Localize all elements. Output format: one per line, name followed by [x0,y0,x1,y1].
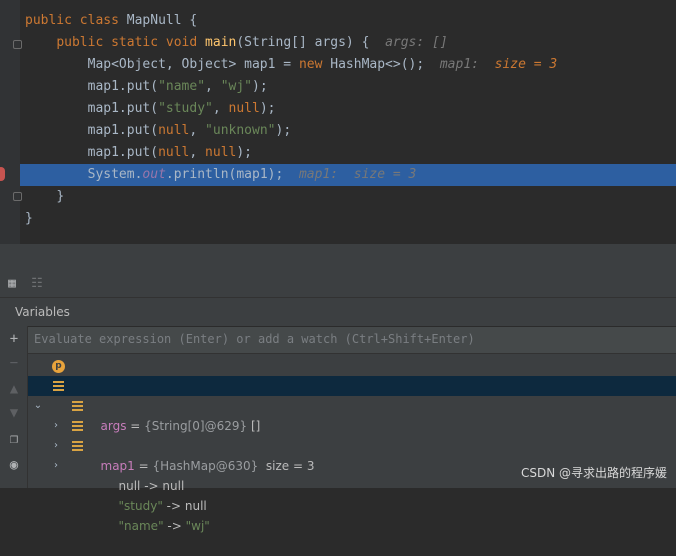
copy-icon[interactable]: ❐ [6,431,22,447]
evaluate-expression-input[interactable]: Evaluate expression (Enter) or add a wat… [28,327,676,354]
code-editor[interactable]: public class MapNull { public static voi… [0,0,676,244]
watch-placeholder: Evaluate expression (Enter) or add a wat… [34,332,475,346]
map-entry-icon [72,441,83,451]
code-text: ); [236,145,253,160]
code-text: .println(map1); [165,167,284,182]
keyword: static [111,35,159,50]
entry-value: "wj" [185,519,210,533]
method-name: main [205,35,237,50]
code-text: HashMap<>(); [322,57,425,72]
code-text: ); [275,123,292,138]
current-execution-line: System.out.println(map1); map1: size = 3 [20,164,676,186]
code-text: map1.put( [87,79,159,94]
code-text: map1.put( [87,123,159,138]
keyword: public [25,13,72,28]
static-field: out [142,167,166,182]
keyword: void [165,35,198,50]
variable-value: size = 3 [258,459,315,473]
map-entry-row[interactable]: › "name" -> "wj" [28,436,676,533]
string-literal: "study" [158,101,213,116]
string-literal: "name" [158,79,206,94]
inline-debug-value: size = 3 [494,57,558,72]
keyword: null [158,145,190,160]
string-literal: "wj" [220,79,253,94]
move-down-icon[interactable]: ▼ [6,405,22,421]
code-text: , [189,123,206,138]
map-entry-icon [72,421,83,431]
inline-debug-hint: map1: [298,167,339,182]
keyword: public [56,35,104,50]
variables-header: Variables [0,298,676,327]
code-line-5: map1.put("study", null); [0,98,676,120]
variables-title: Variables [15,305,70,319]
variable-row-args[interactable]: p args = {String[0]@629} [] [28,356,676,433]
keyword: null [205,145,237,160]
code-line-10: } [0,208,676,230]
code-text: , [205,79,221,94]
keyword: null [158,123,190,138]
variables-side-toolbar: + − ▲ ▼ ❐ ◉ [0,326,28,488]
code-line-3: Map<Object, Object> map1 = new HashMap<>… [0,54,676,76]
entry-arrow: -> [163,519,186,533]
view-options-icon[interactable]: ◉ [6,457,22,473]
string-literal: "unknown" [205,123,276,138]
map-entry-icon [72,401,83,411]
code-text: map1.put( [87,101,159,116]
inline-debug-value: size = 3 [353,167,417,182]
code-text: map1.put( [87,145,159,160]
code-line-9: } [0,186,676,208]
code-text: Map<Object, Object> map1 = [87,57,299,72]
code-line-1: public class MapNull { [0,10,676,32]
inline-debug-hint: args: [] [385,35,448,50]
code-line-4: map1.put("name", "wj"); [0,76,676,98]
field-icon [53,381,64,391]
code-text: System. [87,167,143,182]
keyword: new [298,57,323,72]
code-line-2: public static void main(String[] args) {… [0,32,676,54]
add-watch-icon[interactable]: + [6,331,22,347]
brace: } [25,211,33,226]
move-up-icon[interactable]: ▲ [6,381,22,397]
code-text: ); [259,101,276,116]
brace: { [181,13,198,28]
parameter-icon: p [52,360,65,373]
variable-row-map1[interactable]: ⌄ map1 = {HashMap@630} size = 3 [28,376,676,473]
frames-grid-icon[interactable]: ▦ [5,277,19,291]
code-line-6: map1.put(null, "unknown"); [0,120,676,142]
code-line-7: map1.put(null, null); [0,142,676,164]
code-text: , [189,145,206,160]
watermark: CSDN @寻求出路的程序媛 [520,466,667,480]
method-params: (String[] args) { [236,35,370,50]
threads-icon[interactable]: ☷ [30,277,44,291]
brace: } [56,189,65,204]
entry-key: "name" [118,519,164,533]
remove-watch-icon[interactable]: − [6,355,22,371]
map-entry-row[interactable]: › "study" -> null [28,416,676,513]
debug-toolbar: ▦ ☷ [0,271,676,298]
chevron-right-icon[interactable]: › [51,456,61,476]
code-text: ); [252,79,268,94]
inline-debug-hint: map1: [439,57,479,72]
debug-panel: ▦ ☷ Variables + − ▲ ▼ ❐ ◉ Evaluate expre… [0,244,676,533]
map-entry-row[interactable]: › null -> null [28,396,676,493]
class-name: MapNull [126,13,182,28]
code-text: , [212,101,229,116]
keyword: class [79,13,119,28]
keyword: null [228,101,260,116]
